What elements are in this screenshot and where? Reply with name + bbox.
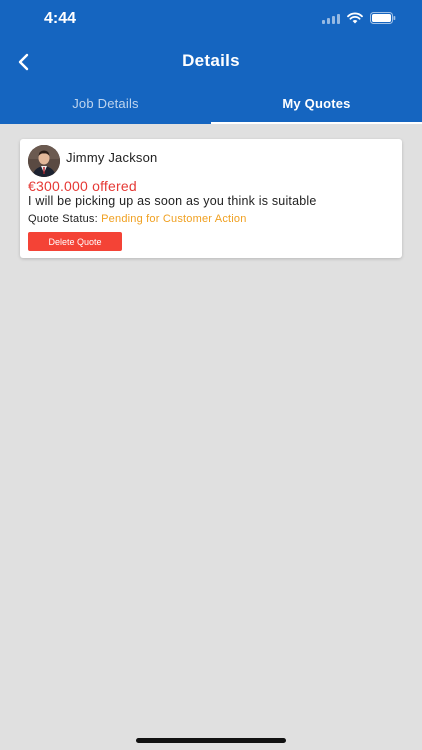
tab-bar: Job Details My Quotes	[0, 82, 422, 124]
avatar	[28, 145, 60, 177]
quote-message: I will be picking up as soon as you thin…	[28, 194, 317, 208]
page-title: Details	[182, 51, 240, 70]
battery-icon	[370, 12, 396, 24]
signal-icon	[322, 13, 340, 24]
delete-quote-button[interactable]: Delete Quote	[28, 232, 122, 251]
home-indicator[interactable]	[136, 738, 286, 743]
status-icons	[322, 12, 396, 24]
customer-name: Jimmy Jackson	[66, 150, 158, 165]
quote-card: Jimmy Jackson €300.000 offered I will be…	[20, 139, 402, 258]
tab-my-quotes[interactable]: My Quotes	[211, 82, 422, 124]
quote-status: Quote Status: Pending for Customer Actio…	[28, 213, 247, 225]
wifi-icon	[347, 12, 363, 24]
tab-job-details[interactable]: Job Details	[0, 82, 211, 124]
screen: 4:44 Details Job Details My Quotes Jimmy…	[0, 0, 422, 750]
status-bar: 4:44	[0, 0, 422, 40]
status-time: 4:44	[44, 10, 77, 27]
header: 4:44 Details Job Details My Quotes	[0, 0, 422, 124]
offer-amount: €300.000 offered	[28, 178, 137, 194]
nav-bar: Details	[0, 42, 422, 82]
quote-status-value: Pending for Customer Action	[101, 213, 247, 225]
quote-status-label: Quote Status:	[28, 213, 98, 225]
